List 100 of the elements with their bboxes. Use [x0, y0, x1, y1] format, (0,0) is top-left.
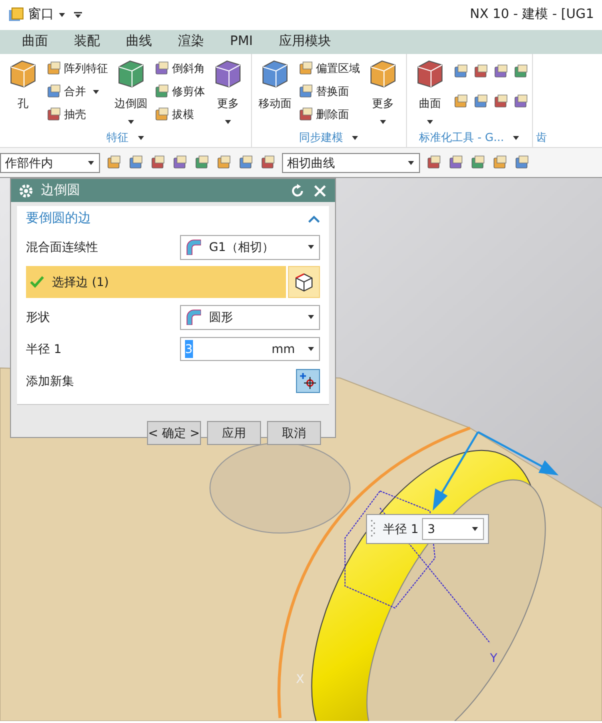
ribbon-small-button[interactable]: 修剪体 [154, 83, 205, 101]
field-label: 半径 1 [26, 341, 62, 358]
close-icon [313, 184, 327, 198]
toolbar-icon[interactable] [260, 154, 276, 170]
fillet-icon [185, 309, 201, 325]
tool-icon [116, 58, 146, 88]
dialog-button[interactable]: 应用 [207, 421, 261, 445]
ribbon-small-button[interactable]: 抽壳 [46, 106, 108, 124]
ribbon-button[interactable]: 曲面 [410, 58, 450, 126]
ribbon-tab[interactable]: 曲面 [22, 32, 48, 52]
caret-icon [307, 346, 315, 352]
customize-icon [74, 12, 82, 18]
toolbar-icon[interactable] [128, 154, 144, 170]
field-label: 形状 [26, 309, 50, 326]
ribbon-small-button[interactable]: 阵列特征 [46, 60, 108, 78]
dialog-button[interactable]: < 确定 > [147, 421, 201, 445]
feature-icon [298, 84, 314, 100]
caret-icon [307, 314, 315, 320]
grip-icon [371, 520, 375, 538]
ribbon-tab[interactable]: PMI [230, 32, 253, 52]
ribbon-button[interactable]: 移动面 [255, 58, 295, 126]
caret-icon [407, 160, 415, 166]
toolbar-icon[interactable] [426, 154, 442, 170]
axis-label: Y [490, 651, 498, 665]
tool-icon[interactable] [453, 64, 469, 80]
tool-icon [415, 58, 445, 88]
axis-label: X [296, 672, 304, 686]
caret-icon [379, 118, 387, 124]
settings-icon [19, 184, 33, 198]
ribbon-tab[interactable]: 应用模块 [278, 32, 331, 52]
tool-icon[interactable] [473, 64, 489, 80]
feature-icon [46, 84, 62, 100]
selection-row[interactable]: 选择边 (1) [26, 266, 286, 298]
tool-icon [260, 58, 290, 88]
toolbar-icon[interactable] [150, 154, 166, 170]
ribbon-button[interactable]: 更多 [363, 58, 403, 126]
toolbar-icon[interactable] [238, 154, 254, 170]
dropdown[interactable]: G1（相切） [180, 234, 320, 260]
dialog-title: 边倒圆 [41, 182, 81, 200]
feature-icon [154, 61, 170, 77]
tool-icon[interactable] [493, 64, 509, 80]
group-label: 标准化工具 - G... [419, 130, 504, 146]
section-header[interactable]: 要倒圆的边 [26, 206, 320, 232]
add-set-button[interactable] [296, 369, 320, 393]
toolbar-icon[interactable] [106, 154, 122, 170]
window-menu[interactable]: 窗口 [28, 5, 54, 25]
tool-icon [213, 58, 243, 88]
field-label: 添加新集 [26, 373, 74, 390]
caret-icon [224, 118, 232, 124]
ribbon-small-button[interactable]: 偏置区域 [298, 60, 360, 78]
feature-icon [46, 107, 62, 123]
caret-icon [426, 118, 434, 124]
ribbon-button[interactable]: 孔 [3, 58, 43, 126]
ribbon-tab[interactable]: 装配 [74, 32, 100, 52]
cube-icon [294, 272, 314, 292]
field-label: 半径 1 [383, 521, 418, 538]
toolbar-icon[interactable] [172, 154, 188, 170]
toolbar-icon[interactable] [216, 154, 232, 170]
toolbar-icon[interactable] [194, 154, 210, 170]
ribbon-small-button[interactable]: 合并 [46, 83, 108, 101]
ribbon-button[interactable]: 更多 [208, 58, 248, 126]
dialog-button[interactable]: 取消 [267, 421, 321, 445]
tool-icon[interactable] [493, 94, 509, 110]
feature-icon [46, 61, 62, 77]
check-icon [30, 276, 44, 288]
fillet-icon [185, 239, 201, 255]
ribbon-tab[interactable]: 渲染 [178, 32, 204, 52]
field-label: 混合面连续性 [26, 239, 98, 256]
group-label: 齿 [536, 130, 547, 146]
input-field[interactable]: 3 [422, 518, 484, 540]
input-field[interactable]: 3 mm [180, 337, 320, 361]
dropdown[interactable]: 圆形 [180, 304, 320, 330]
caret-icon [87, 160, 95, 166]
ribbon-small-button[interactable]: 拔模 [154, 106, 205, 124]
toolbar-icon[interactable] [514, 154, 530, 170]
ribbon-tab[interactable]: 曲线 [126, 32, 152, 52]
dropdown[interactable]: 相切曲线 [282, 152, 420, 172]
group-label: 特征 [106, 130, 128, 146]
tool-icon[interactable] [513, 64, 529, 80]
caret-icon [92, 89, 100, 95]
group-label: 同步建模 [299, 130, 343, 146]
tool-icon [8, 58, 38, 88]
caret-icon [58, 12, 66, 18]
toolbar-icon[interactable] [470, 154, 486, 170]
toolbar-icon[interactable] [492, 154, 508, 170]
dropdown[interactable]: 作部件内 [0, 152, 100, 172]
feature-icon [298, 61, 314, 77]
ribbon-small-button[interactable]: 倒斜角 [154, 60, 205, 78]
tool-icon[interactable] [453, 94, 469, 110]
tool-icon[interactable] [513, 94, 529, 110]
select-edge-button[interactable] [288, 266, 320, 298]
caret-icon [471, 526, 480, 532]
toolbar-icon[interactable] [448, 154, 464, 170]
feature-icon [154, 107, 170, 123]
caret-icon [127, 118, 135, 124]
tool-icon [368, 58, 398, 88]
ribbon-button[interactable]: 边倒圆 [111, 58, 151, 126]
ribbon-small-button[interactable]: 替换面 [298, 83, 360, 101]
tool-icon[interactable] [473, 94, 489, 110]
ribbon-small-button[interactable]: 删除面 [298, 106, 360, 124]
